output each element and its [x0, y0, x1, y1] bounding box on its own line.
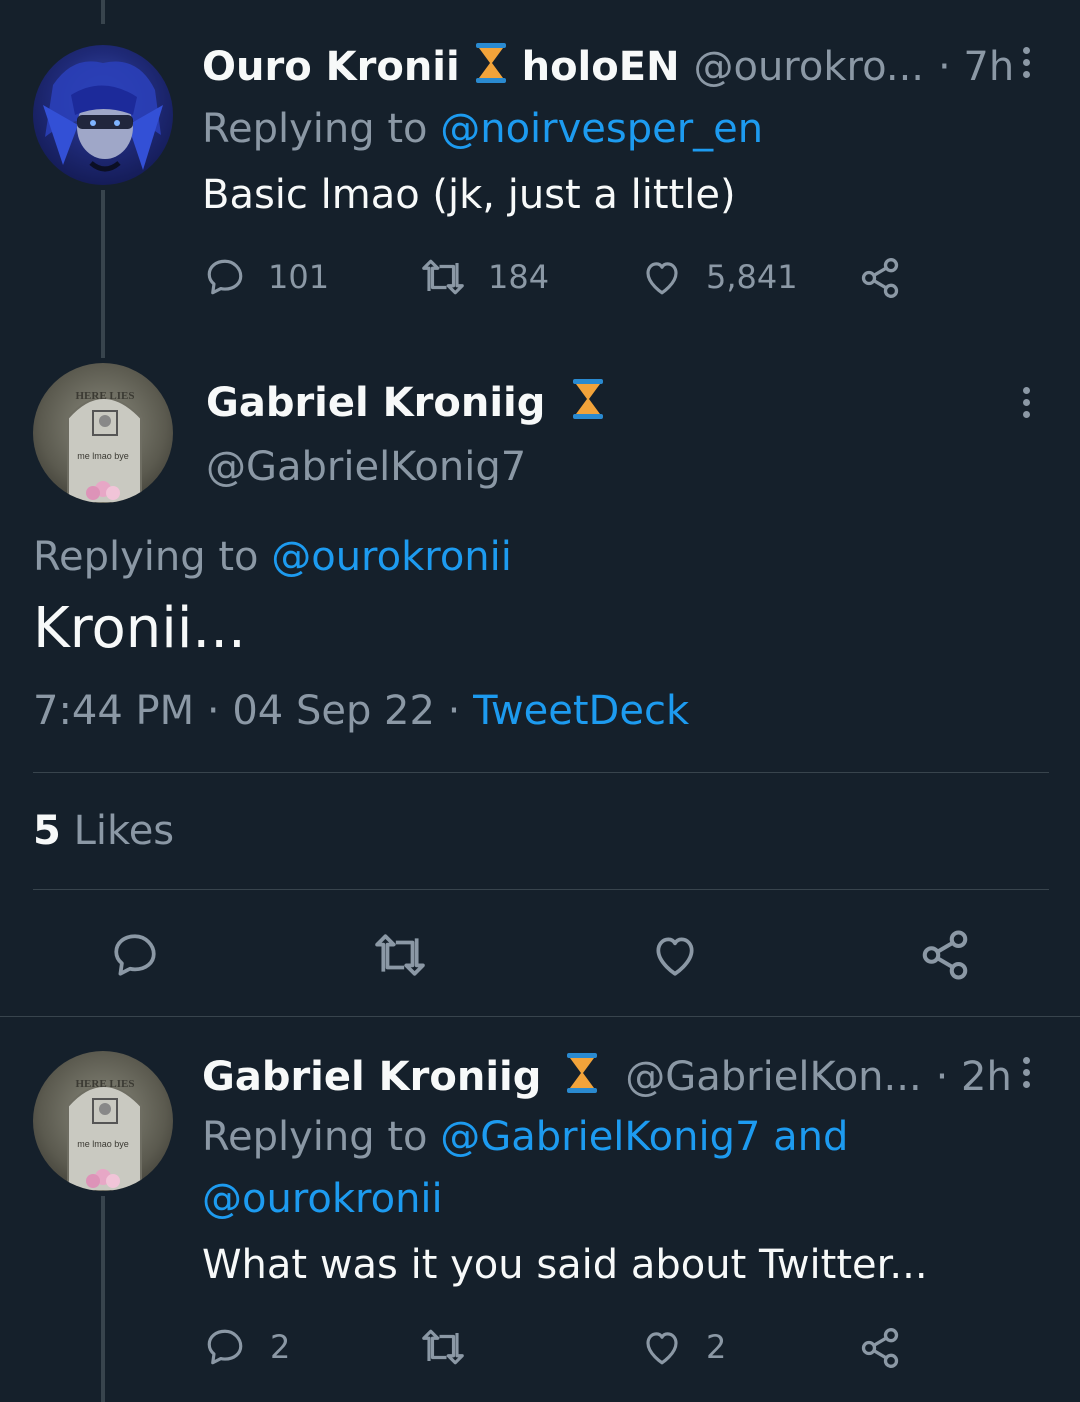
- main-date[interactable]: 04 Sep 22: [232, 688, 435, 734]
- tweet3-like-count: 2: [706, 1328, 727, 1366]
- main-replying-link[interactable]: @ourokronii: [271, 534, 512, 580]
- share-icon: [861, 258, 899, 298]
- hourglass-icon: [475, 43, 506, 83]
- avatar-gabriel-kroniig-reply[interactable]: HERE LIES me lmao bye: [33, 1051, 173, 1191]
- share-icon: [922, 930, 968, 980]
- avatar-tombstone-text: HERE LIES: [76, 390, 135, 402]
- tweet3-reply-count: 2: [270, 1328, 291, 1366]
- reply-icon: [114, 934, 156, 976]
- divider-bottom: [33, 889, 1049, 890]
- tweet1-time[interactable]: · 7h: [938, 44, 1014, 90]
- tweet3-like-button[interactable]: 2: [640, 1326, 726, 1368]
- reply-icon: [207, 259, 243, 295]
- tweet3-replying-link-2[interactable]: @ourokronii: [202, 1176, 443, 1222]
- thread-line-tweet1: [101, 190, 105, 358]
- main-source[interactable]: TweetDeck: [473, 688, 689, 734]
- section-divider: [0, 1016, 1080, 1017]
- tweet3-handle[interactable]: @GabrielKon...: [625, 1054, 921, 1100]
- main-reply-button[interactable]: [110, 930, 160, 984]
- main-time[interactable]: 7:44 PM: [33, 688, 194, 734]
- tweet1-like-count: 5,841: [706, 258, 798, 296]
- divider-top: [33, 772, 1049, 773]
- tweet3-share-button[interactable]: [858, 1326, 902, 1370]
- main-like-button[interactable]: [648, 930, 702, 984]
- tweet1-author[interactable]: Ouro Kronii holoEN @ourokro... · 7h: [202, 42, 1014, 90]
- main-likes-stat[interactable]: 5 Likes: [33, 808, 174, 854]
- tweet3-author[interactable]: Gabriel Kroniig @GabrielKon... · 2h: [202, 1052, 1012, 1100]
- avatar-tombstone-text: HERE LIES: [76, 1078, 135, 1090]
- main-meta: 7:44 PM · 04 Sep 22 · TweetDeck: [33, 688, 689, 734]
- tweet1-more-icon[interactable]: [1021, 47, 1031, 78]
- main-share-button[interactable]: [918, 928, 972, 986]
- tweet3-more-icon[interactable]: [1021, 1057, 1031, 1088]
- main-replying-prefix: Replying to: [33, 534, 259, 580]
- avatar-tombstone-caption: me lmao bye: [77, 451, 129, 461]
- avatar-ouro-kronii[interactable]: [33, 45, 173, 185]
- tweet3-replying: Replying to @GabrielKonig7 and: [202, 1114, 848, 1160]
- main-retweet-button[interactable]: [372, 930, 428, 984]
- like-icon: [646, 1332, 678, 1365]
- main-handle[interactable]: @GabrielKonig7: [206, 444, 526, 490]
- tweet1-reply-count: 101: [268, 258, 330, 296]
- tweet1-replying: Replying to @noirvesper_en: [202, 106, 763, 152]
- likes-label: Likes: [73, 808, 175, 854]
- tweet3-display-name[interactable]: Gabriel Kroniig: [202, 1054, 541, 1100]
- retweet-icon: [422, 259, 464, 295]
- tweet1-like-button[interactable]: 5,841: [640, 256, 798, 298]
- like-icon: [646, 262, 678, 295]
- tweet1-name-suffix[interactable]: holoEN: [522, 44, 680, 90]
- thread-line-tweet3: [101, 1196, 105, 1402]
- tweet1-replying-link[interactable]: @noirvesper_en: [440, 106, 763, 152]
- avatar-tombstone-caption: me lmao bye: [77, 1139, 129, 1149]
- retweet-icon: [375, 934, 425, 976]
- meta-separator-1: ·: [206, 688, 220, 734]
- main-more-icon[interactable]: [1021, 387, 1031, 418]
- tweet1-display-name[interactable]: Ouro Kronii: [202, 44, 460, 90]
- meta-separator-2: ·: [447, 688, 461, 734]
- like-icon: [656, 937, 694, 976]
- tweet3-replying-prefix: Replying to: [202, 1114, 428, 1160]
- retweet-icon: [422, 1329, 464, 1365]
- tweet3-text: What was it you said about Twitter...: [202, 1242, 928, 1288]
- avatar-gabriel-kroniig[interactable]: HERE LIES me lmao bye: [33, 363, 173, 503]
- hourglass-icon: [573, 379, 604, 419]
- tweet1-retweet-count: 184: [488, 258, 550, 296]
- thread-line-top: [101, 0, 105, 24]
- main-replying: Replying to @ourokronii: [33, 534, 512, 580]
- tweet3-replying-link-1[interactable]: @GabrielKonig7 and: [440, 1114, 848, 1160]
- tweet3-time[interactable]: · 2h: [936, 1054, 1012, 1100]
- tweet3-retweet-button[interactable]: [420, 1326, 466, 1368]
- main-display-name[interactable]: Gabriel Kroniig: [206, 380, 545, 426]
- tweet1-text: Basic lmao (jk, just a little): [202, 172, 736, 218]
- tweet1-share-button[interactable]: [858, 256, 902, 300]
- tweet3-reply-button[interactable]: 2: [204, 1326, 290, 1368]
- main-author[interactable]: Gabriel Kroniig: [206, 378, 605, 426]
- tweet1-retweet-button[interactable]: 184: [420, 256, 549, 298]
- tweet1-reply-button[interactable]: 101: [204, 256, 329, 298]
- share-icon: [861, 1328, 899, 1368]
- reply-icon: [207, 1329, 243, 1365]
- main-text: Kronii...: [33, 596, 246, 661]
- likes-count: 5: [33, 808, 61, 854]
- hourglass-icon: [567, 1053, 598, 1093]
- tweet1-handle[interactable]: @ourokro...: [693, 44, 924, 90]
- tweet1-replying-prefix: Replying to: [202, 106, 428, 152]
